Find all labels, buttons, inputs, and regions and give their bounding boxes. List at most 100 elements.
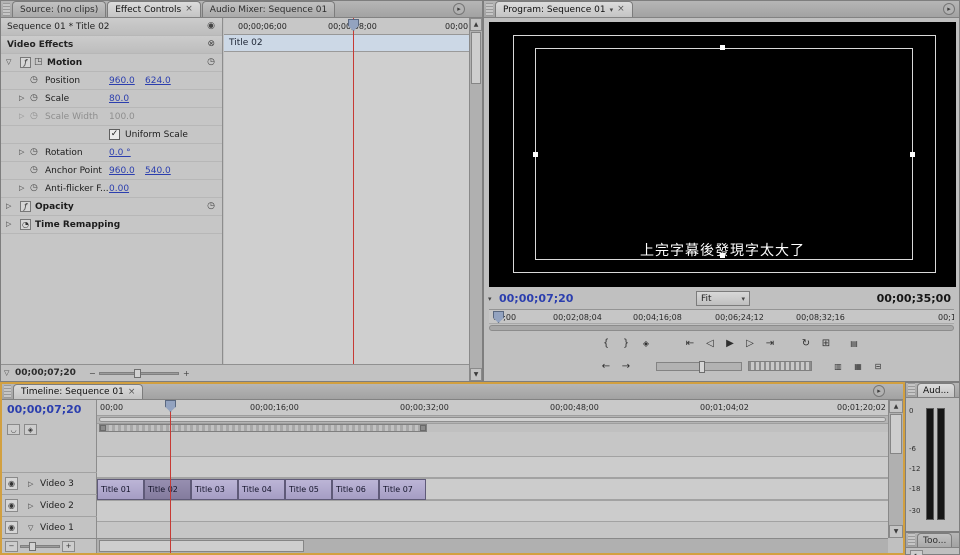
shuttle-slider[interactable] [656,362,742,371]
fx-enabled-icon[interactable]: ƒ [20,201,31,212]
step-forward-button[interactable]: ▷ [740,335,760,351]
zoom-slider-thumb[interactable] [134,369,141,378]
timecode-menu-icon[interactable]: ▾ [488,295,492,303]
go-to-in-button[interactable]: ⇤ [680,335,700,351]
close-icon[interactable]: × [128,388,136,397]
tab-audio-mixer[interactable]: Audio Mixer: Sequence 01 [202,1,335,17]
timeline-current-timecode[interactable]: 00;00;07;20 [7,403,81,416]
scroll-up-icon[interactable]: ▲ [470,18,482,31]
zoom-in-icon[interactable]: + [183,369,190,378]
timeline-clip-selected[interactable]: Title 02 [144,479,191,500]
extract-button[interactable]: ▦ [848,358,868,374]
work-area-end-handle[interactable] [420,425,426,431]
timeline-clip[interactable]: Title 06 [332,479,379,500]
wireframe-handle-top[interactable] [720,45,725,50]
toggle-track-output-button[interactable]: ◉ [5,521,18,534]
step-back-button[interactable]: ◁ [700,335,720,351]
timeline-clip[interactable]: Title 03 [191,479,238,500]
scale-value[interactable]: 80.0 [109,94,129,104]
zoom-out-icon[interactable]: − [89,369,96,378]
scroll-up-icon[interactable]: ▲ [889,400,903,413]
rotation-value[interactable]: 0.0 ° [109,148,131,158]
effect-controls-mini-timeline[interactable]: 00;00;06;00 00;00;08;00 00;00 Title 02 [224,18,469,364]
mark-in-button[interactable]: { [596,335,616,351]
mini-timeline-zoom-slider[interactable] [99,372,179,375]
timeline-vertical-scrollbar[interactable]: ▲ ▼ [888,400,903,538]
collapse-icon[interactable]: ▽ [4,369,9,377]
tab-effect-controls[interactable]: Effect Controls × [107,1,201,17]
motion-stopwatch-icon[interactable]: ◷ [207,57,215,67]
expand-rotation-icon[interactable]: ▷ [19,148,24,156]
panel-drag-gripper[interactable] [908,383,915,396]
set-marker-button[interactable]: ◈ [24,424,37,435]
viewing-area-thumb[interactable] [99,417,886,422]
toggle-animation-icon[interactable]: ◷ [30,183,38,193]
lift-button[interactable]: ▥ [828,358,848,374]
expand-time-remapping-icon[interactable]: ▷ [6,220,11,228]
track-name[interactable]: Video 2 [40,501,74,511]
anti-flicker-value[interactable]: 0.00 [109,184,129,194]
panel-menu-button[interactable]: ▸ [943,3,955,15]
track-name[interactable]: Video 3 [40,479,74,489]
mark-out-button[interactable]: } [616,335,636,351]
scrollbar-thumb[interactable] [471,32,481,84]
close-icon[interactable]: × [617,5,625,14]
expand-anti-flicker-icon[interactable]: ▷ [19,184,24,192]
wireframe-handle-bottom[interactable] [720,253,725,258]
tab-tools[interactable]: Too... [917,533,952,547]
timeline-clip[interactable]: Title 04 [238,479,285,500]
tab-program[interactable]: Program: Sequence 01 ▾ × [495,1,633,17]
collapse-motion-icon[interactable]: ▽ [6,58,11,66]
timeline-time-ruler[interactable]: 00;00 00;00;16;00 00;00;32;00 00;00;48;0… [97,400,888,416]
selection-tool-button[interactable]: ↖ [910,550,923,555]
zoom-slider-thumb[interactable] [29,542,36,551]
timeline-clip[interactable]: Title 01 [97,479,144,500]
mini-timeline-ruler[interactable]: 00;00;06;00 00;00;08;00 00;00 [224,18,469,35]
panel-drag-gripper[interactable] [4,385,11,398]
snap-button[interactable]: ◡ [7,424,20,435]
shuttle-knob[interactable] [699,361,705,373]
panel-drag-gripper[interactable] [486,3,493,16]
opacity-stopwatch-icon[interactable]: ◷ [207,201,215,211]
track-video1[interactable] [97,500,888,522]
go-to-previous-edit-button[interactable]: ← [596,358,616,374]
close-icon[interactable]: × [185,5,193,14]
panel-drag-gripper[interactable] [3,3,10,16]
fx-enabled-icon[interactable]: ◔ [20,219,31,230]
jog-disk[interactable] [748,361,812,371]
timeline-zoom-out-button[interactable]: − [5,541,18,552]
toggle-track-output-button[interactable]: ◉ [5,499,18,512]
go-to-out-button[interactable]: ⇥ [760,335,780,351]
scroll-down-icon[interactable]: ▼ [889,525,903,538]
wireframe-handle-left[interactable] [533,152,538,157]
playhead-line[interactable] [353,18,354,364]
expand-track-icon[interactable]: ▽ [28,524,33,532]
zoom-level-dropdown[interactable]: Fit ▾ [696,291,750,306]
anchor-y-value[interactable]: 540.0 [145,166,171,176]
position-x-value[interactable]: 960.0 [109,76,135,86]
expand-track-icon[interactable]: ▷ [28,480,33,488]
show-hide-effects-icon[interactable]: ◉ [207,21,215,31]
toggle-animation-icon[interactable]: ◷ [30,147,38,157]
toggle-animation-icon[interactable]: ◷ [30,93,38,103]
tab-source-monitor[interactable]: Source: (no clips) [12,1,106,17]
timeline-viewing-area-bar[interactable] [97,416,888,424]
anchor-x-value[interactable]: 960.0 [109,166,135,176]
toggle-animation-icon[interactable]: ◷ [30,75,38,85]
timeline-horizontal-scrollbar[interactable] [97,538,888,553]
scroll-down-icon[interactable]: ▼ [470,368,482,381]
track-video2[interactable]: Title 01 Title 02 Title 03 Title 04 Titl… [97,478,888,500]
track-header-video2[interactable]: ◉ ▷ Video 2 [2,494,97,516]
motion-effect-label[interactable]: Motion [47,58,82,68]
tab-audio-meters[interactable]: Aud... [917,383,955,397]
uniform-scale-checkbox[interactable]: ✓ [109,129,120,140]
program-time-ruler[interactable]: 00;00 00;02;08;04 00;04;16;08 00;06;24;1… [489,309,954,324]
expand-opacity-icon[interactable]: ▷ [6,202,11,210]
expand-track-icon[interactable]: ▷ [28,502,33,510]
export-frame-button[interactable]: ⊟ [868,358,888,374]
safe-margins-button[interactable]: ⊞ [816,335,836,351]
time-remapping-effect-label[interactable]: Time Remapping [35,220,120,230]
track-name[interactable]: Video 1 [40,523,74,533]
play-button[interactable]: ▶ [720,335,740,351]
tab-timeline[interactable]: Timeline: Sequence 01 × [13,384,143,399]
